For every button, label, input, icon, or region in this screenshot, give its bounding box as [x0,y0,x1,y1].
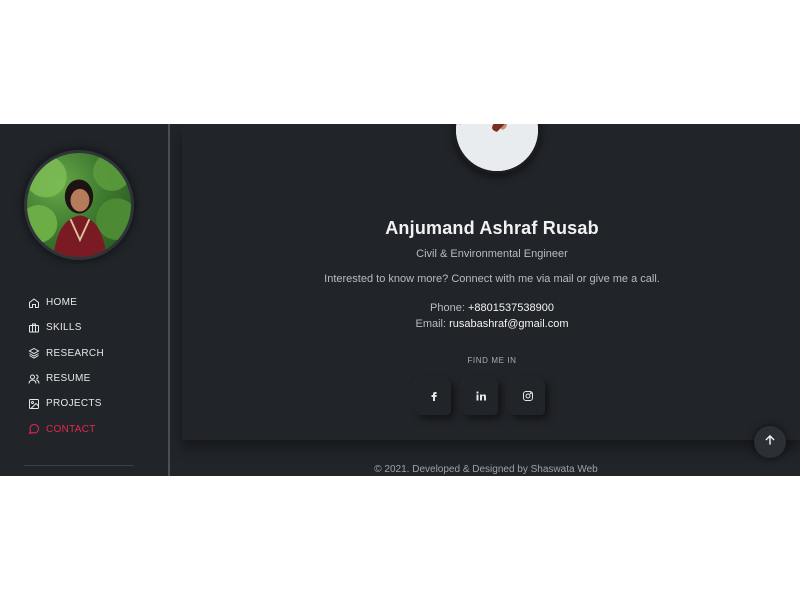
nav-item-label: CONTACT [46,423,96,435]
main-nav: HOME SKILLS RESEARCH RESUME PROJECTS CON… [28,290,104,442]
email-line: Email: rusabashraf@gmail.com [182,318,800,330]
phone-label: Phone: [430,302,465,314]
nav-item-label: PROJECTS [46,398,102,410]
nav-item-label: SKILLS [46,322,82,334]
back-to-top-button[interactable] [754,426,786,458]
footer-credit: © 2021. Developed & Designed by Shaswata… [374,464,598,475]
briefcase-icon [28,322,40,334]
socials-heading: FIND ME IN [467,356,517,365]
instagram-icon [522,389,534,407]
nav-item-label: HOME [46,297,78,309]
nav-item-research[interactable]: RESEARCH [28,341,104,366]
nav-item-contact[interactable]: CONTACT [28,416,104,441]
sidebar: HOME SKILLS RESEARCH RESUME PROJECTS CON… [0,124,170,476]
arrow-up-icon [763,433,777,452]
facebook-icon [428,389,440,407]
sidebar-divider [24,465,134,466]
phone-link[interactable]: +8801537538900 [468,302,554,314]
facebook-button[interactable] [416,380,451,415]
layers-icon [28,347,40,359]
nav-item-skills[interactable]: SKILLS [28,315,104,340]
linkedin-button[interactable] [463,380,498,415]
image-icon [28,398,40,410]
contact-image [453,124,541,174]
users-icon [28,373,40,385]
app-window: HOME SKILLS RESEARCH RESUME PROJECTS CON… [0,124,800,476]
profile-photo [27,153,131,257]
nav-item-projects[interactable]: PROJECTS [28,391,104,416]
nav-item-label: RESUME [46,373,91,385]
linkedin-icon [475,389,487,407]
email-link[interactable]: rusabashraf@gmail.com [449,318,568,330]
social-links [416,380,545,415]
nav-item-home[interactable]: HOME [28,290,104,315]
main-content: Anjumand Ashraf Rusab Civil & Environmen… [172,124,800,476]
handshake-illustration [456,124,538,171]
profile-name: Anjumand Ashraf Rusab [385,218,599,238]
profile-avatar [24,150,134,260]
nav-item-label: RESEARCH [46,347,104,359]
instagram-button[interactable] [510,380,545,415]
profile-role: Civil & Environmental Engineer [416,248,568,260]
chat-icon [28,423,40,435]
contact-pitch: Interested to know more? Connect with me… [324,273,660,285]
phone-line: Phone: +8801537538900 [182,302,800,314]
home-icon [28,297,40,309]
contact-card: Anjumand Ashraf Rusab Civil & Environmen… [182,124,800,440]
nav-item-resume[interactable]: RESUME [28,366,104,391]
email-label: Email: [415,318,447,330]
